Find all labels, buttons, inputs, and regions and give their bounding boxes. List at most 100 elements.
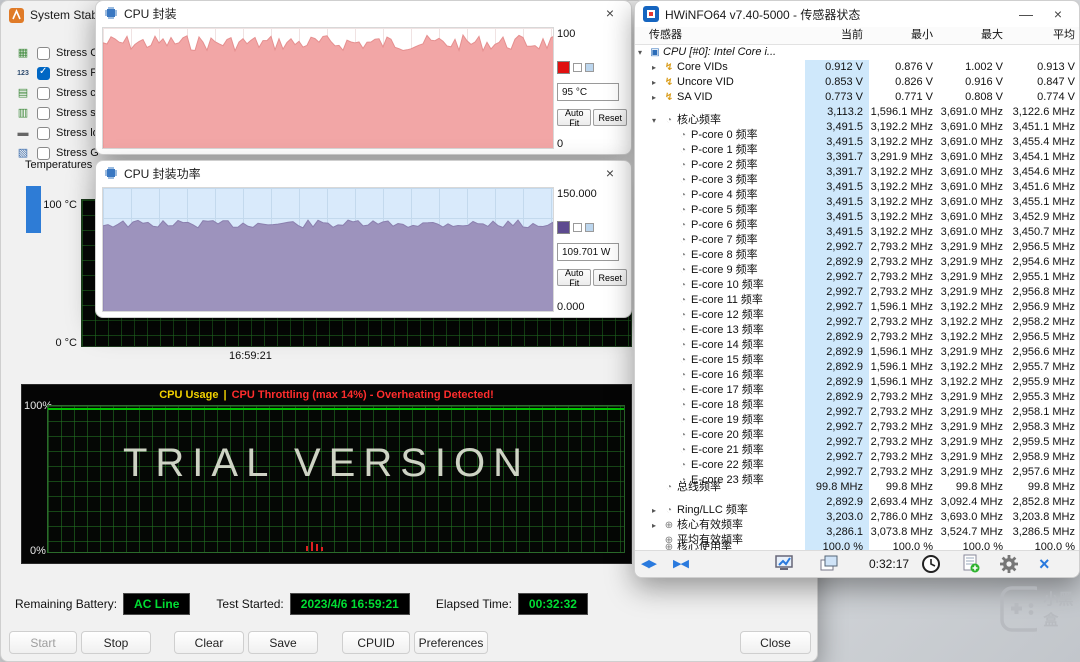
sensor-type-icon — [663, 75, 675, 90]
stress-checkbox[interactable] — [37, 127, 50, 140]
stress-option-row: Stress ca — [15, 83, 102, 103]
expand-chevron-icon[interactable] — [638, 45, 647, 60]
sensor-label: CPU [#0]: Intel Core i... — [663, 45, 776, 60]
expand-chevron-icon[interactable] — [652, 60, 661, 75]
sensor-row[interactable]: P-core 4 频率 3,491.5 MHz 3,192.2 MHz 3,69… — [635, 180, 1079, 195]
action-button[interactable]: Clear — [174, 631, 244, 654]
close-icon[interactable]: × — [597, 162, 623, 184]
stress-option-row: Stress C — [15, 43, 102, 63]
sensor-row[interactable]: 核心频率 3,113.2 MHz 1,596.1 MHz 3,691.0 MHz… — [635, 105, 1079, 120]
column-sensor[interactable]: 传感器 — [635, 27, 805, 44]
action-button[interactable]: Close — [740, 631, 811, 654]
settings-gear-icon[interactable] — [999, 554, 1019, 579]
temp-window-titlebar[interactable]: CPU 封装 × — [96, 1, 631, 25]
style-toggle-white[interactable] — [573, 63, 582, 72]
sensor-row[interactable]: P-core 2 频率 3,391.7 MHz 3,291.9 MHz 3,69… — [635, 150, 1079, 165]
stress-checkbox[interactable] — [37, 87, 50, 100]
stress-checkbox[interactable] — [37, 107, 50, 120]
sensor-row[interactable]: E-core 20 频率 2,992.7 MHz 2,793.2 MHz 3,2… — [635, 420, 1079, 435]
series-color-swatch[interactable] — [557, 221, 570, 234]
temp-scale-min: 0 — [557, 138, 563, 150]
sensor-row[interactable]: E-core 18 频率 2,892.9 MHz 2,793.2 MHz 3,2… — [635, 390, 1079, 405]
sensor-row[interactable]: E-core 21 频率 2,992.7 MHz 2,793.2 MHz 3,2… — [635, 435, 1079, 450]
stress-option-label: Stress s — [56, 107, 96, 119]
sensor-row[interactable]: P-core 5 频率 3,491.5 MHz 3,192.2 MHz 3,69… — [635, 195, 1079, 210]
sensor-row[interactable]: E-core 16 频率 2,892.9 MHz 1,596.1 MHz 3,1… — [635, 360, 1079, 375]
sensor-row[interactable]: E-core 23 频率 2,992.7 MHz 2,793.2 MHz 3,2… — [635, 465, 1079, 480]
stress-hardware-icon — [15, 146, 31, 160]
column-current[interactable]: 当前 — [805, 27, 869, 44]
action-button[interactable]: Start — [9, 631, 77, 654]
temp-current-value[interactable]: 95 °C — [557, 83, 619, 101]
sensor-row[interactable]: Uncore VID 0.853 V 0.826 V 0.916 V 0.847… — [635, 75, 1079, 90]
throttling-tick-marks — [306, 542, 323, 551]
reset-button[interactable]: Reset — [593, 109, 627, 126]
style-toggle-blue[interactable] — [585, 223, 594, 232]
style-toggle-blue[interactable] — [585, 63, 594, 72]
style-toggle-white[interactable] — [573, 223, 582, 232]
sensor-row[interactable]: E-core 10 频率 2,992.7 MHz 2,793.2 MHz 3,2… — [635, 270, 1079, 285]
stress-option-row: Stress F — [15, 63, 102, 83]
sensor-row[interactable]: 核心有效频率 3,203.0 MHz 2,786.0 MHz 3,693.0 M… — [635, 510, 1079, 525]
sensor-row[interactable]: P-core 6 频率 3,491.5 MHz 3,192.2 MHz 3,69… — [635, 210, 1079, 225]
monitoring-icon[interactable] — [775, 554, 795, 578]
sensor-row[interactable]: P-core 0 频率 3,491.5 MHz 3,192.2 MHz 3,69… — [635, 120, 1079, 135]
stress-checkbox[interactable] — [37, 147, 50, 160]
sensor-row[interactable]: 总线频率 99.8 MHz 99.8 MHz 99.8 MHz 99.8 MHz — [635, 480, 1079, 495]
sensor-type-icon — [663, 480, 675, 495]
reset-button[interactable]: Reset — [593, 269, 627, 286]
sensor-row[interactable]: E-core 8 频率 2,992.7 MHz 2,793.2 MHz 3,29… — [635, 240, 1079, 255]
power-window-titlebar[interactable]: CPU 封装功率 × — [96, 161, 631, 185]
action-button[interactable]: Stop — [81, 631, 151, 654]
sensor-row[interactable]: Ring/LLC 频率 2,892.9 MHz 2,693.4 MHz 3,09… — [635, 495, 1079, 510]
series-color-swatch[interactable] — [557, 61, 570, 74]
sensor-row[interactable]: P-core 7 频率 3,491.5 MHz 3,192.2 MHz 3,69… — [635, 225, 1079, 240]
close-icon[interactable]: × — [1045, 3, 1071, 25]
bottom-button-bar: Start Stop Clear Save CPUID Preferences … — [1, 631, 819, 655]
sensor-row[interactable]: P-core 1 频率 3,491.5 MHz 3,192.2 MHz 3,69… — [635, 135, 1079, 150]
action-button[interactable]: Save — [248, 631, 318, 654]
sensor-row[interactable]: E-core 22 频率 2,992.7 MHz 2,793.2 MHz 3,2… — [635, 450, 1079, 465]
power-color-row — [557, 221, 594, 234]
column-max[interactable]: 最大 — [939, 27, 1009, 44]
sensor-row[interactable]: E-core 11 频率 2,992.7 MHz 2,793.2 MHz 3,2… — [635, 285, 1079, 300]
sensor-row[interactable]: 平均有效频率 3,286.1 MHz 3,073.8 MHz 3,524.7 M… — [635, 525, 1079, 540]
sensor-label-cell: SA VID — [635, 90, 805, 105]
sensor-table-header: 传感器 当前 最小 最大 平均 — [635, 27, 1079, 45]
expand-chevron-icon[interactable] — [652, 90, 661, 105]
minimize-icon[interactable]: — — [1013, 3, 1039, 25]
stress-checkbox[interactable] — [37, 67, 50, 80]
sensor-row[interactable]: E-core 12 频率 2,992.7 MHz 1,596.1 MHz 3,1… — [635, 300, 1079, 315]
sensor-row[interactable]: SA VID 0.773 V 0.771 V 0.808 V 0.774 V — [635, 90, 1079, 105]
power-current-value[interactable]: 109.701 W — [557, 243, 619, 261]
auto-fit-button[interactable]: Auto Fit — [557, 109, 591, 126]
sensor-row[interactable]: E-core 15 频率 2,892.9 MHz 1,596.1 MHz 3,2… — [635, 345, 1079, 360]
sensor-row[interactable]: E-core 13 频率 2,992.7 MHz 2,793.2 MHz 3,1… — [635, 315, 1079, 330]
collapse-arrows-icon[interactable]: ▶◀ — [673, 554, 688, 574]
prev-next-arrows-icon[interactable]: ◀▶ — [641, 554, 656, 574]
action-button[interactable]: CPUID — [342, 631, 410, 654]
sensor-row[interactable]: E-core 14 频率 2,892.9 MHz 2,793.2 MHz 3,1… — [635, 330, 1079, 345]
hwinfo-sensors-window: HWiNFO64 v7.40-5000 - 传感器状态 — × 传感器 当前 最… — [634, 0, 1080, 578]
sensor-row[interactable]: CPU [#0]: Intel Core i... — [635, 45, 1079, 60]
expand-chevron-icon[interactable] — [652, 75, 661, 90]
action-button[interactable]: Preferences — [414, 631, 488, 654]
close-icon[interactable]: × — [597, 2, 623, 24]
battery-value: AC Line — [123, 593, 190, 615]
column-avg[interactable]: 平均 — [1009, 27, 1080, 44]
close-sensors-icon[interactable]: × — [1039, 554, 1050, 574]
logging-report-icon[interactable] — [961, 554, 981, 579]
sensor-row[interactable]: P-core 3 频率 3,391.7 MHz 3,192.2 MHz 3,69… — [635, 165, 1079, 180]
status-row: Remaining Battery: AC Line Test Started:… — [15, 593, 588, 615]
hwinfo-titlebar[interactable]: HWiNFO64 v7.40-5000 - 传感器状态 — × — [635, 1, 1079, 27]
column-min[interactable]: 最小 — [869, 27, 939, 44]
sensor-row[interactable]: E-core 19 频率 2,992.7 MHz 2,793.2 MHz 3,2… — [635, 405, 1079, 420]
sensor-row[interactable]: Core VIDs 0.912 V 0.876 V 1.002 V 0.913 … — [635, 60, 1079, 75]
auto-fit-button[interactable]: Auto Fit — [557, 269, 591, 286]
sensor-row[interactable]: E-core 17 频率 2,892.9 MHz 1,596.1 MHz 3,1… — [635, 375, 1079, 390]
sensor-current-value: 0.773 V — [805, 90, 869, 105]
sensor-row[interactable]: E-core 9 频率 2,892.9 MHz 2,793.2 MHz 3,29… — [635, 255, 1079, 270]
stress-checkbox[interactable] — [37, 47, 50, 60]
cpu-package-temp-window: CPU 封装 × 100 95 °C Auto Fit Reset 0 — [95, 0, 632, 155]
graph-windows-icon[interactable] — [819, 554, 839, 578]
